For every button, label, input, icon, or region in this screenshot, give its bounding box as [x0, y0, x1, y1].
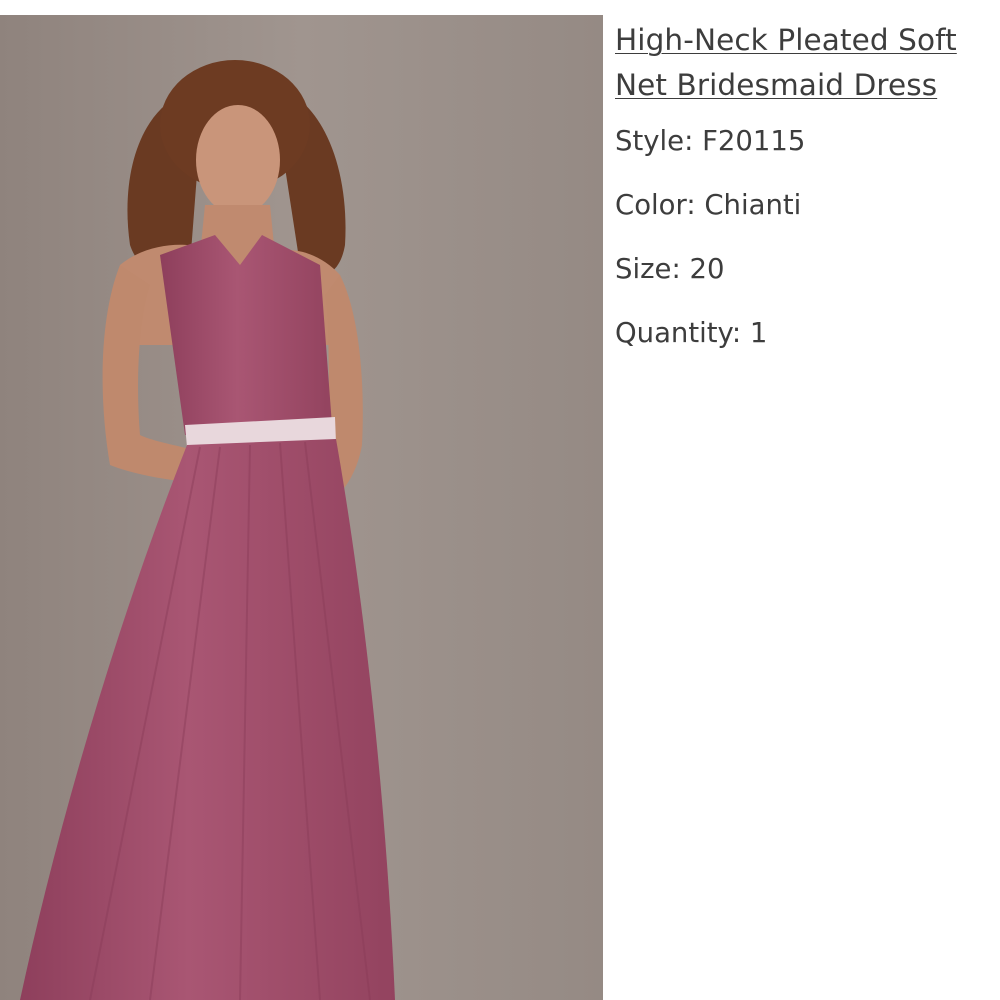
- style-label: Style:: [615, 125, 694, 157]
- product-title-link[interactable]: High-Neck Pleated Soft Net Bridesmaid Dr…: [615, 18, 1000, 108]
- style-value: F20115: [702, 125, 806, 157]
- size-spec: Size: 20: [615, 253, 1000, 285]
- product-details: High-Neck Pleated Soft Net Bridesmaid Dr…: [615, 18, 1000, 349]
- product-title-line-1: High-Neck Pleated Soft: [615, 23, 957, 57]
- product-image[interactable]: [0, 15, 603, 1000]
- model-dress-illustration: [0, 15, 603, 1000]
- quantity-label: Quantity:: [615, 317, 742, 349]
- size-label: Size:: [615, 253, 681, 285]
- product-title-line-2: Net Bridesmaid Dress: [615, 68, 938, 102]
- quantity-spec: Quantity: 1: [615, 317, 1000, 349]
- color-spec: Color: Chianti: [615, 189, 1000, 221]
- style-spec: Style: F20115: [615, 125, 1000, 157]
- color-label: Color:: [615, 189, 696, 221]
- quantity-value: 1: [749, 317, 768, 349]
- size-value: 20: [689, 253, 725, 285]
- color-value: Chianti: [704, 189, 802, 221]
